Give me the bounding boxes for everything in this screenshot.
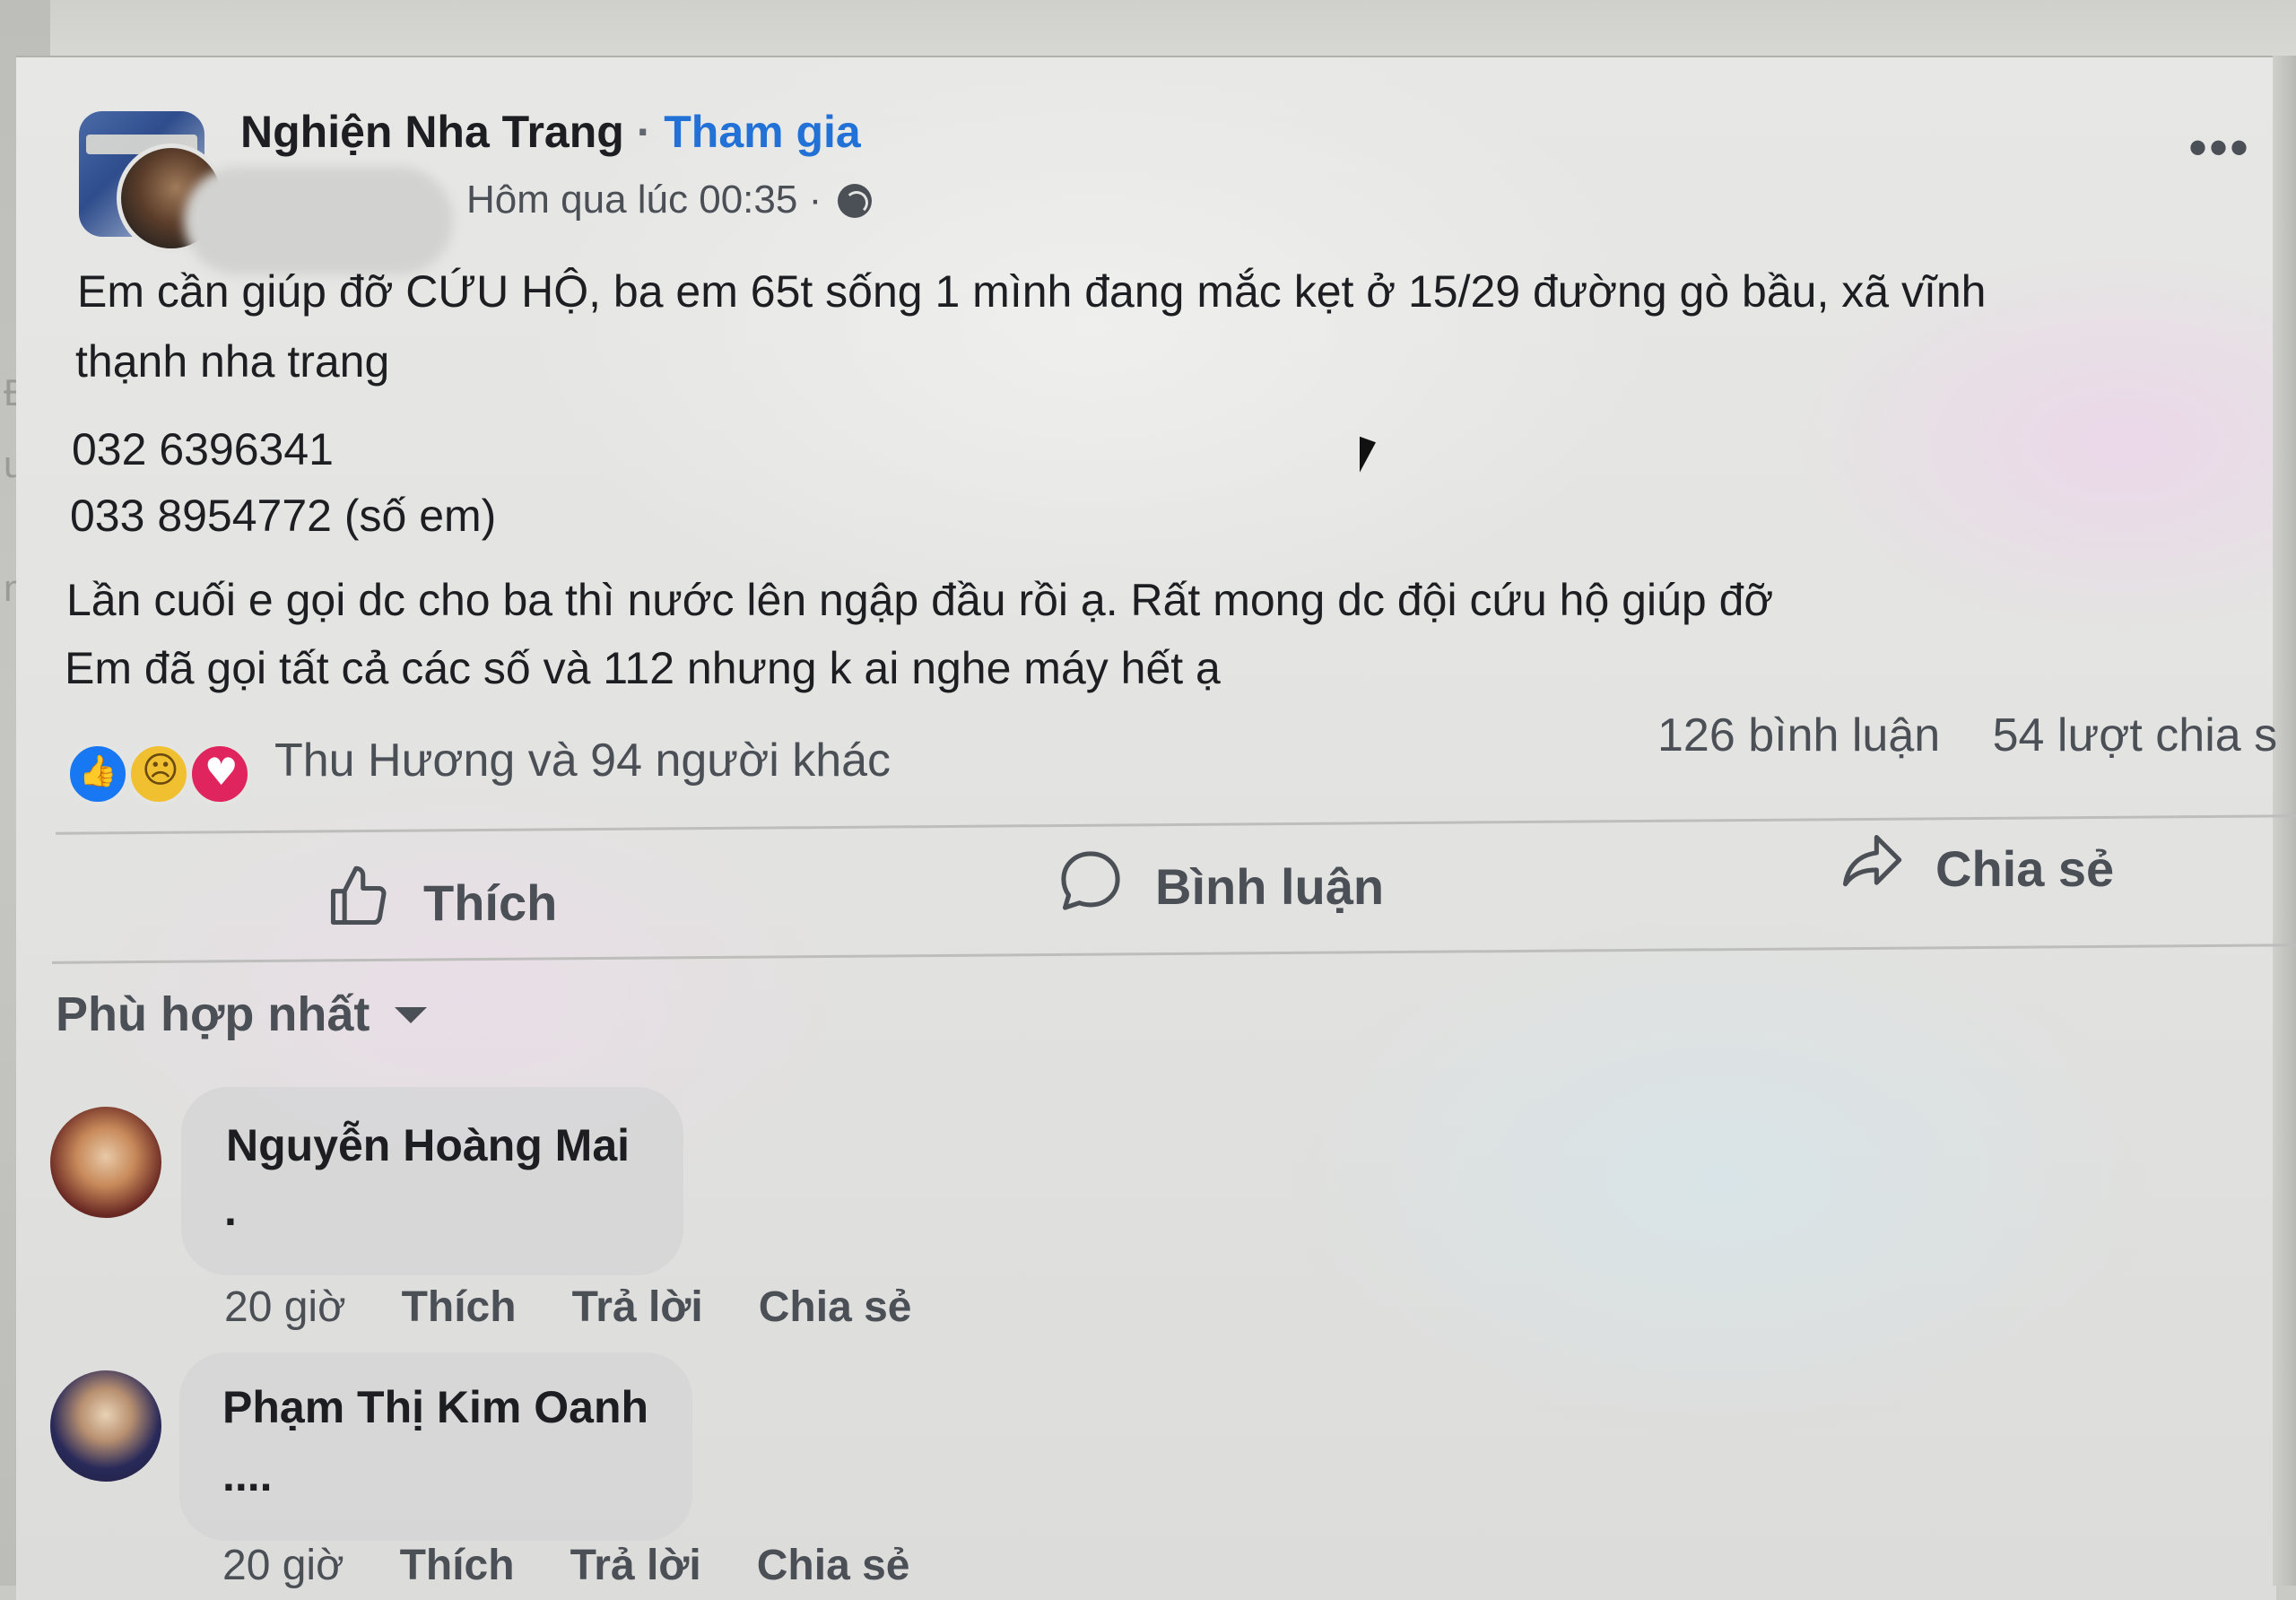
author-name-blurred — [184, 167, 453, 274]
comment-share-button[interactable]: Chia sẻ — [757, 1542, 910, 1589]
comment-like-button[interactable]: Thích — [400, 1542, 515, 1589]
comment-share-button[interactable]: Chia sẻ — [759, 1283, 912, 1331]
sort-label: Phù hợp nhất — [56, 987, 370, 1041]
timestamp-text[interactable]: Hôm qua lúc 00:35 · — [466, 178, 822, 222]
comments-count-link[interactable]: 126 bình luận — [1657, 709, 1940, 761]
commenter-avatar[interactable] — [50, 1370, 161, 1482]
like-label: Thích — [423, 874, 558, 931]
globe-icon — [838, 184, 873, 218]
comment-actions: 20 giờ Thích Trả lời Chia sẻ — [224, 1283, 968, 1332]
shares-count-link[interactable]: 54 lượt chia s — [1993, 709, 2277, 761]
separator: · — [623, 107, 665, 157]
join-group-link[interactable]: Tham gia — [664, 107, 860, 157]
background-top — [0, 0, 2296, 63]
thumbs-up-icon — [330, 865, 387, 926]
reaction-summary[interactable]: Thu Hương và 94 người khác — [274, 734, 891, 787]
post-text-line: thạnh nha trang — [75, 336, 390, 387]
post-text-line: Em cần giúp đỡ CỨU HỘ, ba em 65t sống 1 … — [77, 266, 1987, 317]
commenter-name[interactable]: Nguyễn Hoàng Mai — [226, 1119, 630, 1171]
love-reaction-icon[interactable] — [188, 743, 251, 805]
commenter-avatar[interactable] — [50, 1107, 161, 1218]
post-timestamp: Hôm qua lúc 00:35 · — [466, 178, 873, 222]
share-button[interactable]: Chia sẻ — [1837, 829, 2114, 898]
comment-reply-button[interactable]: Trả lời — [572, 1283, 703, 1331]
comment-reply-button[interactable]: Trả lời — [570, 1542, 701, 1589]
mouse-cursor-icon — [1360, 436, 1376, 479]
comment-like-button[interactable]: Thích — [402, 1283, 517, 1331]
comment-sort-dropdown[interactable]: Phù hợp nhất — [56, 987, 428, 1042]
more-options-icon[interactable]: ••• — [2188, 117, 2250, 178]
comment-button[interactable]: Bình luận — [1057, 847, 1384, 916]
comment-actions: 20 giờ Thích Trả lời Chia sẻ — [222, 1541, 966, 1590]
post-text-line: Em đã gọi tất cả các số và 112 nhưng k a… — [65, 643, 1221, 693]
comment-time[interactable]: 20 giờ — [222, 1542, 344, 1589]
like-reaction-icon[interactable] — [66, 743, 129, 805]
post-header-title: Nghiện Nha Trang · Tham gia — [240, 106, 861, 158]
comment-bubble — [181, 1087, 683, 1275]
commenter-name[interactable]: Phạm Thị Kim Oanh — [222, 1381, 648, 1433]
post-phone-line: 033 8954772 (số em) — [70, 491, 497, 541]
comment-text: .... — [222, 1450, 273, 1500]
comment-time[interactable]: 20 giờ — [224, 1283, 346, 1331]
like-button[interactable]: Thích — [325, 863, 557, 932]
engagement-counts: 126 bình luận 54 lượt chia s — [1657, 709, 2277, 762]
group-name-link[interactable]: Nghiện Nha Trang — [240, 107, 624, 157]
sad-reaction-icon[interactable] — [127, 743, 190, 805]
comment-text: . — [224, 1185, 237, 1235]
comment-label: Bình luận — [1155, 858, 1385, 915]
caret-down-icon — [395, 1007, 428, 1023]
share-arrow-icon — [1842, 834, 1902, 887]
scrollbar[interactable] — [2273, 56, 2296, 1586]
share-label: Chia sẻ — [1935, 840, 2115, 897]
post-phone-line: 032 6396341 — [72, 424, 334, 474]
comment-bubble-icon — [1061, 851, 1120, 910]
post-text-line: Lần cuối e gọi dc cho ba thì nước lên ng… — [66, 575, 1774, 625]
